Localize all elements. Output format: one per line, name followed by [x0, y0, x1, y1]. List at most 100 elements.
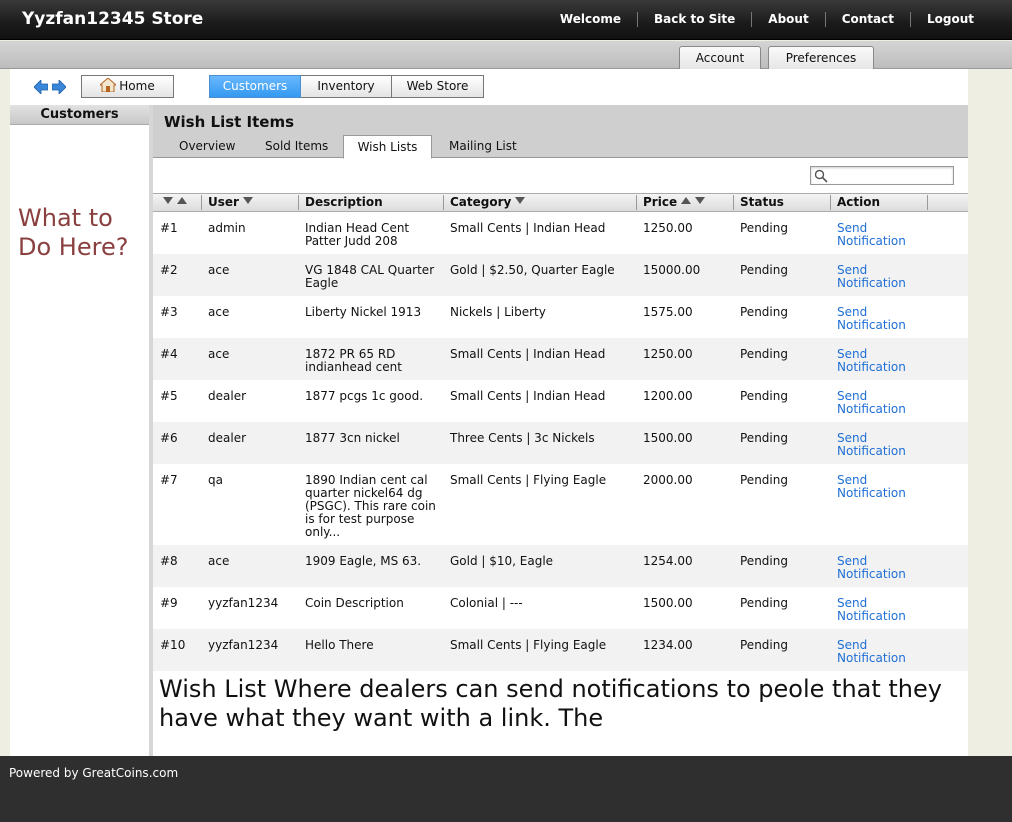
- row-price: 1500.00: [643, 431, 693, 445]
- row-price: 1250.00: [643, 221, 693, 235]
- row-status: Pending: [740, 431, 788, 445]
- back-arrow-icon[interactable]: [34, 80, 48, 94]
- row-description: Liberty Nickel 1913: [305, 305, 422, 319]
- row-description: Hello There: [305, 638, 374, 652]
- table-row: #8 ace 1909 Eagle, MS 63. Gold | $10, Ea…: [153, 545, 968, 587]
- row-price: 1250.00: [643, 347, 693, 361]
- tab-wish-lists[interactable]: Wish Lists: [343, 135, 432, 159]
- table-row: #6 dealer 1877 3cn nickel Three Cents | …: [153, 422, 968, 464]
- sidebar-title: Customers: [10, 105, 149, 125]
- row-status: Pending: [740, 305, 788, 319]
- section-inventory[interactable]: Inventory: [301, 75, 392, 98]
- right-margin: [968, 69, 1012, 756]
- row-number: #7: [160, 473, 178, 487]
- sort-asc-icon: [177, 197, 187, 204]
- table-row: #9 yyzfan1234 Coin Description Colonial …: [153, 587, 968, 629]
- send-notification-link[interactable]: Send Notification: [837, 348, 909, 374]
- nav-about[interactable]: About: [751, 12, 824, 27]
- tab-sold-items[interactable]: Sold Items: [265, 136, 328, 158]
- sub-bar: Account Preferences: [0, 41, 1012, 69]
- row-number: #6: [160, 431, 178, 445]
- row-category: Gold | $2.50, Quarter Eagle: [450, 263, 615, 277]
- search-input[interactable]: [810, 166, 954, 185]
- row-category: Gold | $10, Eagle: [450, 554, 554, 568]
- row-user: ace: [208, 305, 230, 319]
- sort-number-control[interactable]: [159, 194, 187, 211]
- home-icon: [100, 78, 117, 92]
- home-button[interactable]: Home: [81, 75, 174, 98]
- top-nav: Welcome Back to Site About Contact Logou…: [544, 12, 974, 27]
- row-price: 2000.00: [643, 473, 693, 487]
- account-tab[interactable]: Account: [679, 46, 761, 69]
- section-customers[interactable]: Customers: [209, 75, 301, 98]
- row-category: Small Cents | Indian Head: [450, 347, 606, 361]
- row-status: Pending: [740, 389, 788, 403]
- send-notification-link[interactable]: Send Notification: [837, 432, 909, 458]
- send-notification-link[interactable]: Send Notification: [837, 555, 909, 581]
- row-price: 1575.00: [643, 305, 693, 319]
- send-notification-link[interactable]: Send Notification: [837, 474, 909, 500]
- send-notification-link[interactable]: Send Notification: [837, 264, 909, 290]
- tab-overview[interactable]: Overview: [179, 136, 236, 158]
- column-divider: [927, 195, 928, 210]
- forward-arrow-icon[interactable]: [52, 80, 66, 94]
- section-web-store[interactable]: Web Store: [392, 75, 484, 98]
- row-description: 1877 pcgs 1c good.: [305, 389, 424, 403]
- row-user: dealer: [208, 389, 247, 403]
- row-user: dealer: [208, 431, 247, 445]
- send-notification-link[interactable]: Send Notification: [837, 222, 909, 248]
- row-category: Small Cents | Flying Eagle: [450, 473, 607, 487]
- sort-desc-icon: [515, 197, 526, 204]
- row-number: #4: [160, 347, 178, 361]
- footer-credit: Powered by GreatCoins.com: [9, 766, 179, 780]
- column-status[interactable]: Status: [740, 194, 784, 211]
- column-description[interactable]: Description: [305, 194, 383, 211]
- table-row: #10 yyzfan1234 Hello There Small Cents |…: [153, 629, 968, 671]
- tab-mailing-list[interactable]: Mailing List: [449, 136, 517, 158]
- row-number: #3: [160, 305, 178, 319]
- nav-logout[interactable]: Logout: [909, 12, 974, 27]
- row-price: 15000.00: [643, 263, 701, 277]
- nav-contact[interactable]: Contact: [824, 12, 910, 27]
- row-description: 1890 Indian cent cal quarter nickel64 dg…: [305, 473, 436, 539]
- row-number: #9: [160, 596, 178, 610]
- table-header: User Description Category Price Status A…: [153, 193, 968, 212]
- table-row: #7 qa 1890 Indian cent cal quarter nicke…: [153, 464, 968, 545]
- send-notification-link[interactable]: Send Notification: [837, 306, 909, 332]
- row-number: #8: [160, 554, 178, 568]
- main-header: Wish List Items Overview Sold Items Wish…: [153, 105, 968, 159]
- column-divider: [830, 195, 831, 210]
- home-button-label: Home: [119, 79, 155, 93]
- row-status: Pending: [740, 554, 788, 568]
- row-user: ace: [208, 554, 230, 568]
- row-status: Pending: [740, 347, 788, 361]
- column-user[interactable]: User: [208, 194, 253, 211]
- row-status: Pending: [740, 263, 788, 277]
- preferences-tab[interactable]: Preferences: [768, 46, 874, 69]
- sort-desc-icon: [163, 197, 173, 204]
- nav-welcome[interactable]: Welcome: [544, 12, 637, 27]
- top-header-bar: Yyzfan12345 Store Welcome Back to Site A…: [0, 0, 1012, 40]
- row-description: 1909 Eagle, MS 63.: [305, 554, 422, 568]
- sidebar-note: What to Do Here?: [18, 204, 129, 261]
- send-notification-link[interactable]: Send Notification: [837, 597, 909, 623]
- sort-asc-icon: [681, 197, 692, 204]
- table-row: #3 ace Liberty Nickel 1913 Nickels | Lib…: [153, 296, 968, 338]
- column-price[interactable]: Price: [643, 194, 706, 211]
- column-divider: [201, 195, 202, 210]
- section-switcher: Customers Inventory Web Store: [209, 75, 484, 98]
- send-notification-link[interactable]: Send Notification: [837, 639, 909, 665]
- row-description: Coin Description: [305, 596, 404, 610]
- search-icon: [814, 169, 828, 183]
- row-category: Small Cents | Flying Eagle: [450, 638, 607, 652]
- row-user: yyzfan1234: [208, 596, 279, 610]
- column-user-label: User: [208, 195, 239, 209]
- nav-back-to-site[interactable]: Back to Site: [636, 12, 751, 27]
- column-category[interactable]: Category: [450, 194, 526, 211]
- send-notification-link[interactable]: Send Notification: [837, 390, 909, 416]
- row-description: VG 1848 CAL Quarter Eagle: [305, 263, 435, 290]
- row-number: #2: [160, 263, 178, 277]
- sort-desc-icon: [242, 197, 253, 204]
- row-category: Small Cents | Indian Head: [450, 389, 606, 403]
- column-divider: [733, 195, 734, 210]
